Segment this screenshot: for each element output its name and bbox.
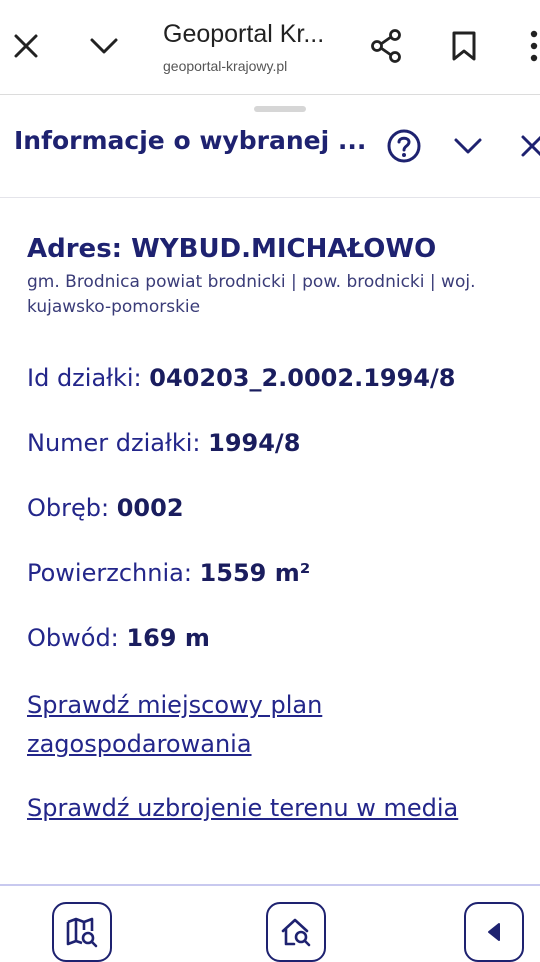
field-number: Numer działki: 1994/8 bbox=[27, 429, 300, 457]
parcel-info: Adres: WYBUD.MICHAŁOWO gm. Brodnica powi… bbox=[27, 230, 527, 320]
close-icon[interactable] bbox=[510, 124, 540, 168]
field-area-value: 1559 m² bbox=[199, 559, 311, 587]
field-precinct-value: 0002 bbox=[116, 494, 184, 522]
field-perimeter: Obwód: 169 m bbox=[27, 624, 210, 652]
address-heading: Adres: WYBUD.MICHAŁOWO bbox=[27, 234, 437, 264]
field-area-label: Powierzchnia: bbox=[27, 559, 192, 587]
field-id-label: Id działki: bbox=[27, 364, 142, 392]
browser-toolbar: Geoportal Kr... geoportal-krajowy.pl bbox=[0, 0, 540, 95]
close-icon[interactable] bbox=[2, 22, 50, 70]
chevron-down-icon[interactable] bbox=[446, 124, 490, 168]
field-area: Powierzchnia: 1559 m² bbox=[27, 559, 310, 587]
drag-handle[interactable] bbox=[254, 106, 306, 112]
field-id: Id działki: 040203_2.0002.1994/8 bbox=[27, 364, 455, 392]
page-title: Geoportal Kr... bbox=[163, 20, 325, 48]
field-id-value: 040203_2.0002.1994/8 bbox=[149, 364, 456, 392]
panel-title: Informacje o wybranej ... bbox=[14, 126, 367, 155]
home-search-icon[interactable] bbox=[266, 902, 326, 962]
back-arrow-icon[interactable] bbox=[464, 902, 524, 962]
zoning-plan-link[interactable]: Sprawdź miejscowy plan zagospodarowania bbox=[27, 686, 527, 764]
field-precinct: Obręb: 0002 bbox=[27, 494, 184, 522]
map-search-icon[interactable] bbox=[52, 902, 112, 962]
chevron-down-icon[interactable] bbox=[80, 22, 128, 70]
utilities-link[interactable]: Sprawdź uzbrojenie terenu w media bbox=[27, 789, 527, 828]
page-url[interactable]: geoportal-krajowy.pl bbox=[163, 58, 343, 74]
field-perimeter-value: 169 m bbox=[126, 624, 210, 652]
header-divider bbox=[0, 197, 540, 198]
field-number-label: Numer działki: bbox=[27, 429, 201, 457]
help-icon[interactable] bbox=[382, 124, 426, 168]
share-icon[interactable] bbox=[362, 22, 410, 70]
field-precinct-label: Obręb: bbox=[27, 494, 110, 522]
address-subtitle: gm. Brodnica powiat brodnicki | pow. bro… bbox=[27, 272, 476, 317]
field-perimeter-label: Obwód: bbox=[27, 624, 119, 652]
more-vert-icon[interactable] bbox=[510, 22, 540, 70]
bookmark-icon[interactable] bbox=[440, 22, 488, 70]
bottom-nav bbox=[0, 884, 540, 962]
field-number-value: 1994/8 bbox=[208, 429, 301, 457]
